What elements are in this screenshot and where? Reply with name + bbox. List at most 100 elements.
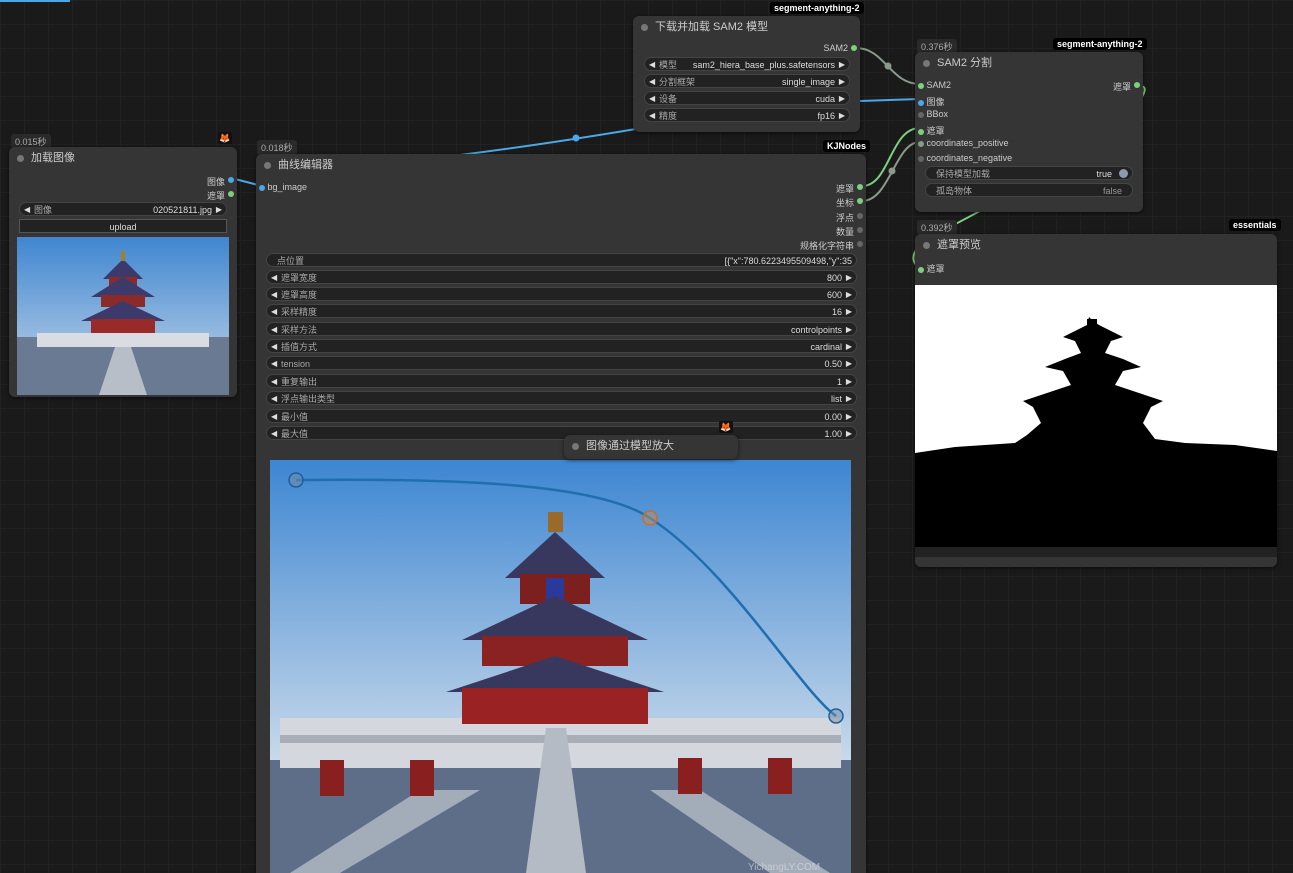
arrow-right-icon[interactable]: ▶ bbox=[846, 305, 852, 319]
input-label: 遮罩 bbox=[926, 126, 945, 136]
output-slot-float[interactable] bbox=[857, 213, 863, 219]
sampling-method-widget[interactable]: ◀ 采样方法 controlpoints ▶ bbox=[266, 322, 857, 336]
input-label: 遮罩 bbox=[926, 264, 945, 274]
node-title: 下载并加载 SAM2 模型 bbox=[655, 21, 769, 33]
arrow-left-icon[interactable]: ◀ bbox=[271, 340, 277, 354]
min-value-widget[interactable]: ◀ 最小值 0.00 ▶ bbox=[266, 409, 857, 423]
arrow-left-icon[interactable]: ◀ bbox=[271, 427, 277, 441]
sam2-seg-node[interactable]: SAM2 分割 SAM2 图像 BBox 遮罩 coordinates_posi… bbox=[915, 52, 1143, 212]
input-slot-image[interactable] bbox=[918, 99, 924, 106]
mask-preview-badge: essentials bbox=[1229, 219, 1281, 231]
input-slot-coords-positive[interactable] bbox=[918, 140, 924, 147]
points-to-sample-widget[interactable]: ◀ 采样精度 16 ▶ bbox=[266, 304, 857, 318]
output-slot-count[interactable] bbox=[857, 227, 863, 233]
arrow-left-icon[interactable]: ◀ bbox=[271, 375, 277, 389]
arrow-right-icon[interactable]: ▶ bbox=[846, 375, 852, 389]
input-slot-mask[interactable] bbox=[918, 128, 924, 135]
model-select[interactable]: ◀ 模型 sam2_hiera_base_plus.safetensors ▶ bbox=[644, 57, 850, 71]
control-point bbox=[642, 510, 658, 526]
arrow-right-icon[interactable]: ▶ bbox=[839, 75, 845, 89]
arrow-right-icon[interactable]: ▶ bbox=[846, 340, 852, 354]
output-label: 数量 bbox=[835, 227, 854, 237]
output-slot-sam2[interactable] bbox=[851, 45, 857, 51]
output-slot-mask[interactable] bbox=[1134, 82, 1140, 88]
arrow-left-icon[interactable]: ◀ bbox=[271, 323, 277, 337]
input-slot-coords-negative[interactable] bbox=[918, 155, 924, 162]
node-title: 曲线编辑器 bbox=[278, 159, 333, 171]
arrow-right-icon[interactable]: ▶ bbox=[839, 109, 845, 123]
node-dot-icon bbox=[923, 242, 930, 249]
arrow-left-icon[interactable]: ◀ bbox=[649, 75, 655, 89]
output-label: 坐标 bbox=[835, 198, 854, 208]
mask-preview-timing: 0.392秒 bbox=[917, 220, 957, 235]
repeat-output-widget[interactable]: ◀ 重复输出 1 ▶ bbox=[266, 374, 857, 388]
wire-image-to-seg bbox=[859, 98, 921, 102]
arrow-right-icon[interactable]: ▶ bbox=[846, 271, 852, 285]
node-title: SAM2 分割 bbox=[937, 57, 993, 69]
control-point bbox=[288, 472, 304, 488]
output-label: 遮罩 bbox=[835, 184, 854, 194]
input-slot-bg-image[interactable] bbox=[259, 184, 265, 191]
arrow-left-icon[interactable]: ◀ bbox=[649, 109, 655, 123]
control-point bbox=[828, 708, 844, 724]
arrow-right-icon[interactable]: ▶ bbox=[839, 58, 845, 72]
image-preview bbox=[17, 237, 229, 395]
arrow-right-icon[interactable]: ▶ bbox=[846, 392, 852, 406]
arrow-right-icon[interactable]: ▶ bbox=[846, 323, 852, 337]
mask-preview-image bbox=[915, 285, 1277, 557]
arrow-left-icon[interactable]: ◀ bbox=[271, 357, 277, 371]
points-store-field[interactable]: 点位置 [{"x":780.6223495509498,"y":35 bbox=[266, 253, 857, 267]
arrow-right-icon[interactable]: ▶ bbox=[839, 92, 845, 106]
node-dot-icon bbox=[572, 443, 579, 450]
spline-editor-canvas[interactable]: YichangLY.COM bbox=[270, 460, 851, 873]
upload-button[interactable]: upload bbox=[19, 219, 227, 233]
curve-editor-node[interactable]: 曲线编辑器 bg_image 遮罩 坐标 浮点 数量 规格化字符串 点位置 [{… bbox=[256, 154, 866, 873]
max-value-widget[interactable]: ◀ 最大值 1.00 ▶ bbox=[266, 426, 857, 440]
arrow-left-icon[interactable]: ◀ bbox=[271, 288, 277, 302]
arrow-left-icon[interactable]: ◀ bbox=[271, 392, 277, 406]
arrow-right-icon[interactable]: ▶ bbox=[846, 357, 852, 371]
arrow-left-icon[interactable]: ◀ bbox=[271, 271, 277, 285]
output-slot-normalized-string[interactable] bbox=[857, 241, 863, 247]
arrow-left-icon[interactable]: ◀ bbox=[649, 92, 655, 106]
device-select[interactable]: ◀ 设备 cuda ▶ bbox=[644, 91, 850, 105]
input-label: SAM2 bbox=[926, 80, 952, 90]
output-label: 遮罩 bbox=[206, 191, 225, 201]
float-output-type-widget[interactable]: ◀ 浮点输出类型 list ▶ bbox=[266, 391, 857, 405]
output-slot-coords[interactable] bbox=[857, 198, 863, 204]
curve-editor-timing: 0.018秒 bbox=[257, 140, 297, 155]
image-select-widget[interactable]: ◀ 图像 020521811.jpg ▶ bbox=[19, 202, 227, 216]
sam2-loader-node[interactable]: 下载并加载 SAM2 模型 SAM2 ◀ 模型 sam2_hiera_base_… bbox=[633, 16, 860, 132]
precision-select[interactable]: ◀ 精度 fp16 ▶ bbox=[644, 108, 850, 122]
output-slot-mask[interactable] bbox=[228, 191, 234, 197]
arrow-left-icon[interactable]: ◀ bbox=[24, 203, 30, 217]
mask-preview-node[interactable]: 遮罩预览 遮罩 bbox=[915, 234, 1277, 567]
output-label: SAM2 bbox=[823, 43, 848, 53]
mask-height-widget[interactable]: ◀ 遮罩高度 600 ▶ bbox=[266, 287, 857, 301]
interpolation-widget[interactable]: ◀ 插值方式 cardinal ▶ bbox=[266, 339, 857, 353]
curve-editor-badge: KJNodes bbox=[823, 140, 871, 152]
arrow-right-icon[interactable]: ▶ bbox=[846, 427, 852, 441]
output-label: 浮点 bbox=[835, 213, 854, 223]
arrow-right-icon[interactable]: ▶ bbox=[216, 203, 222, 217]
load-image-node[interactable]: 加载图像 图像 遮罩 ◀ 图像 020521811.jpg ▶ upload bbox=[9, 147, 237, 397]
input-slot-mask[interactable] bbox=[918, 266, 924, 273]
output-slot-image[interactable] bbox=[228, 177, 234, 183]
arrow-left-icon[interactable]: ◀ bbox=[271, 410, 277, 424]
sam2-loader-badge: segment-anything-2 bbox=[770, 2, 864, 14]
arrow-left-icon[interactable]: ◀ bbox=[649, 58, 655, 72]
input-slot-sam2[interactable] bbox=[918, 82, 924, 89]
individual-objects-toggle[interactable]: 孤岛物体 false bbox=[925, 183, 1133, 197]
segmentor-select[interactable]: ◀ 分割框架 single_image ▶ bbox=[644, 74, 850, 88]
tension-widget[interactable]: ◀ tension 0.50 ▶ bbox=[266, 356, 857, 370]
input-label: coordinates_negative bbox=[926, 153, 1013, 163]
mask-width-widget[interactable]: ◀ 遮罩宽度 800 ▶ bbox=[266, 270, 857, 284]
node-title: 加载图像 bbox=[31, 152, 75, 164]
input-slot-bbox[interactable] bbox=[918, 111, 924, 118]
arrow-left-icon[interactable]: ◀ bbox=[271, 305, 277, 319]
arrow-right-icon[interactable]: ▶ bbox=[846, 288, 852, 302]
upscale-node[interactable]: 图像通过模型放大 bbox=[564, 435, 738, 459]
arrow-right-icon[interactable]: ▶ bbox=[846, 410, 852, 424]
output-slot-mask[interactable] bbox=[857, 184, 863, 190]
keep-model-loaded-toggle[interactable]: 保持模型加载 true bbox=[925, 166, 1133, 180]
